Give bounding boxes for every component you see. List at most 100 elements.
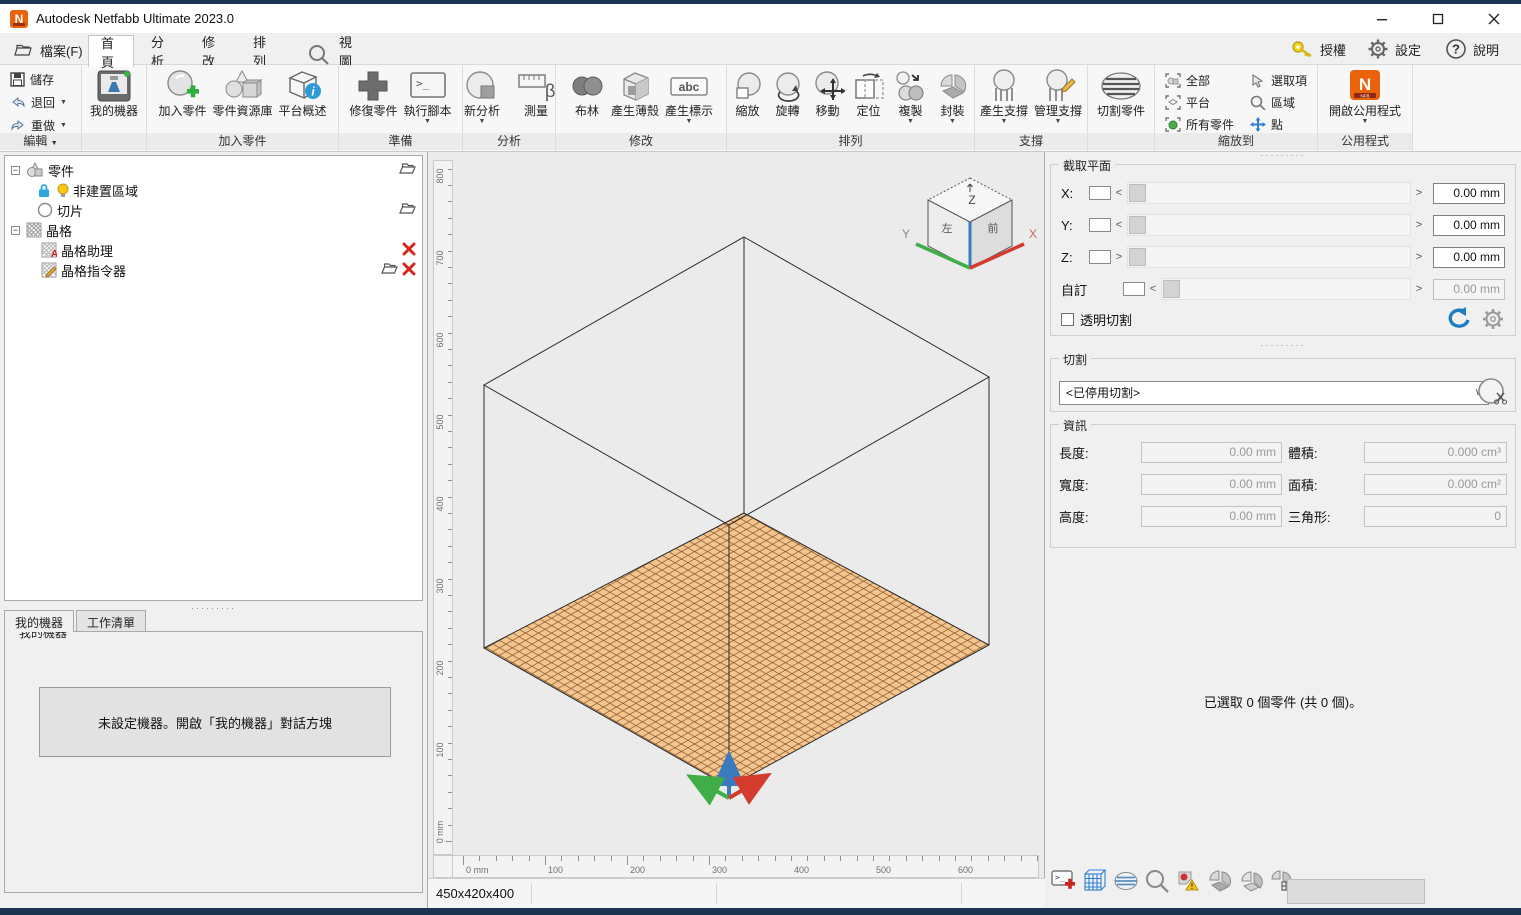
zoom-region-button[interactable]: 區域 <box>1250 93 1307 111</box>
inspect-icon[interactable] <box>1144 868 1170 894</box>
pack-option-1-icon[interactable] <box>1206 868 1232 894</box>
clip-z-value[interactable]: 0.00 mm <box>1433 247 1505 268</box>
clip-custom-checkbox[interactable] <box>1123 282 1145 296</box>
lock-icon[interactable] <box>37 183 51 198</box>
file-menu-button[interactable]: 檔案(F) <box>8 37 89 63</box>
delete-icon[interactable] <box>402 242 416 256</box>
group-label-edit[interactable]: 編輯 ▼ <box>0 133 81 150</box>
machine-not-set-button[interactable]: 未設定機器。開啟「我的機器」對話方塊 <box>39 687 391 757</box>
visibility-bulb-icon[interactable] <box>57 183 69 198</box>
clip-settings-gear-icon[interactable] <box>1481 307 1505 331</box>
position-button[interactable]: 定位 <box>849 66 889 119</box>
tab-job-list[interactable]: 工作清單 <box>76 610 146 632</box>
cuts-select[interactable]: <已停用切割> ∨ <box>1059 381 1489 405</box>
open-folder-icon[interactable] <box>399 162 416 175</box>
license-button[interactable]: 授權 <box>1290 36 1346 62</box>
zoom-all-button[interactable]: 全部 <box>1165 71 1234 89</box>
clip-x-checkbox[interactable] <box>1089 186 1111 200</box>
pack-dropdown-arrow[interactable]: ▼ <box>949 118 956 126</box>
collapse-icon[interactable]: − <box>11 166 20 175</box>
clip-x-decrement[interactable]: < <box>1111 187 1127 199</box>
repair-part-button[interactable]: 修復零件 <box>347 66 399 119</box>
clip-x-value[interactable]: 0.00 mm <box>1433 183 1505 204</box>
tree-item-no-build-zone[interactable]: 非建置區域 <box>5 180 422 200</box>
manage-supports-dropdown-arrow[interactable]: ▼ <box>1055 118 1062 126</box>
run-script-button[interactable]: >_ 執行腳本 ▼ <box>402 66 454 127</box>
panel-splitter-handle[interactable]: ········· <box>0 602 427 610</box>
save-button[interactable]: 儲存 <box>10 70 67 88</box>
viewport-3d[interactable]: Z 左 前 Y X 0 mm100200300400500600700800 0… <box>427 152 1045 878</box>
duplicate-dropdown-arrow[interactable]: ▼ <box>907 118 914 126</box>
clip-y-checkbox[interactable] <box>1089 218 1111 232</box>
undo-dropdown-arrow[interactable]: ▼ <box>60 99 67 106</box>
new-analysis-button[interactable]: 新分析 ▼ <box>456 66 508 127</box>
new-analysis-dropdown-arrow[interactable]: ▼ <box>479 118 486 126</box>
tab-modify[interactable]: 修改 <box>190 35 236 66</box>
tree-item-lattice-commander[interactable]: 晶格指令器 <box>5 260 422 280</box>
open-folder-icon[interactable] <box>381 262 398 275</box>
minimize-button[interactable] <box>1369 8 1395 30</box>
generate-shell-button[interactable]: 產生薄殼 <box>609 66 661 119</box>
clip-x-slider[interactable] <box>1127 182 1411 204</box>
open-utility-button[interactable]: NNFB 開啟公用程式 ▼ <box>1327 66 1403 127</box>
clip-z-decrement[interactable]: > <box>1111 251 1127 263</box>
generate-supports-button[interactable]: 產生支撐 ▼ <box>978 66 1030 127</box>
tree-item-lattice-assistant[interactable]: A 晶格助理 <box>5 240 422 260</box>
tab-view[interactable]: 視圖 <box>327 35 373 66</box>
panel-splitter-handle[interactable]: ········· <box>1045 150 1521 160</box>
delete-icon[interactable] <box>402 262 416 276</box>
clip-custom-decrement[interactable]: < <box>1145 283 1161 295</box>
rotate-button[interactable]: 旋轉 <box>769 66 807 119</box>
tab-analysis[interactable]: 分析 <box>139 35 185 66</box>
add-part-button[interactable]: 加入零件 <box>156 66 208 119</box>
clip-custom-slider[interactable] <box>1161 278 1411 300</box>
clip-x-increment[interactable]: > <box>1411 187 1427 199</box>
settings-button[interactable]: 設定 <box>1367 36 1421 62</box>
scale-button[interactable]: 縮放 <box>729 66 767 119</box>
generate-label-button[interactable]: abc 產生標示 ▼ <box>663 66 715 127</box>
redo-dropdown-arrow[interactable]: ▼ <box>60 122 67 129</box>
clip-y-increment[interactable]: > <box>1411 219 1427 231</box>
clip-y-slider[interactable] <box>1127 214 1411 236</box>
help-button[interactable]: ? 說明 <box>1445 36 1499 62</box>
transparent-cut-checkbox[interactable] <box>1061 313 1074 326</box>
measure-button[interactable]: β 測量 <box>510 66 562 119</box>
manage-supports-button[interactable]: 管理支撐 ▼ <box>1032 66 1084 127</box>
lattice-view-icon[interactable] <box>1082 868 1108 894</box>
platform-overview-button[interactable]: i 平台概述 <box>277 66 329 119</box>
tab-home[interactable]: 首頁 <box>88 35 134 67</box>
undo-button[interactable]: 退回▼ <box>10 93 67 111</box>
clip-y-decrement[interactable]: < <box>1111 219 1127 231</box>
tree-item-slices[interactable]: 切片 <box>5 200 422 220</box>
generate-label-dropdown-arrow[interactable]: ▼ <box>686 118 693 126</box>
redo-button[interactable]: 重做▼ <box>10 116 67 134</box>
part-warning-icon[interactable]: ! <box>1175 868 1201 894</box>
tree-item-lattice[interactable]: − 晶格 <box>5 220 422 240</box>
tab-arrange[interactable]: 排列 <box>241 35 287 66</box>
zoom-selection-button[interactable]: 選取項 <box>1250 71 1307 89</box>
open-folder-icon[interactable] <box>399 202 416 215</box>
my-machine-button[interactable]: 我的機器 <box>88 66 140 119</box>
clip-z-checkbox[interactable] <box>1089 250 1111 264</box>
reset-clipping-icon[interactable] <box>1445 307 1471 331</box>
zoom-all-parts-button[interactable]: 所有零件 <box>1165 115 1234 133</box>
boolean-button[interactable]: 布林 <box>567 66 607 119</box>
run-script-dropdown-arrow[interactable]: ▼ <box>424 118 431 126</box>
part-library-button[interactable]: 零件資源庫 <box>210 66 274 119</box>
duplicate-button[interactable]: 複製 ▼ <box>891 66 931 127</box>
pack-button[interactable]: 封裝 ▼ <box>933 66 973 127</box>
generate-supports-dropdown-arrow[interactable]: ▼ <box>1001 118 1008 126</box>
clip-custom-increment[interactable]: > <box>1411 283 1427 295</box>
slice-view-icon[interactable] <box>1113 868 1139 894</box>
move-button[interactable]: 移動 <box>809 66 847 119</box>
slice-parts-button[interactable]: 切割零件 <box>1095 66 1147 119</box>
tree-item-parts[interactable]: − 零件 <box>5 160 422 180</box>
pack-option-2-icon[interactable] <box>1237 868 1263 894</box>
cut-tool-icon[interactable] <box>1477 377 1507 407</box>
panel-splitter-handle[interactable]: ········· <box>1045 340 1521 350</box>
close-button[interactable] <box>1481 8 1507 30</box>
zoom-point-button[interactable]: 點 <box>1250 115 1307 133</box>
tab-my-machine[interactable]: 我的機器 <box>4 610 74 632</box>
new-script-icon[interactable]: >_ <box>1051 868 1077 894</box>
maximize-button[interactable] <box>1425 8 1451 30</box>
